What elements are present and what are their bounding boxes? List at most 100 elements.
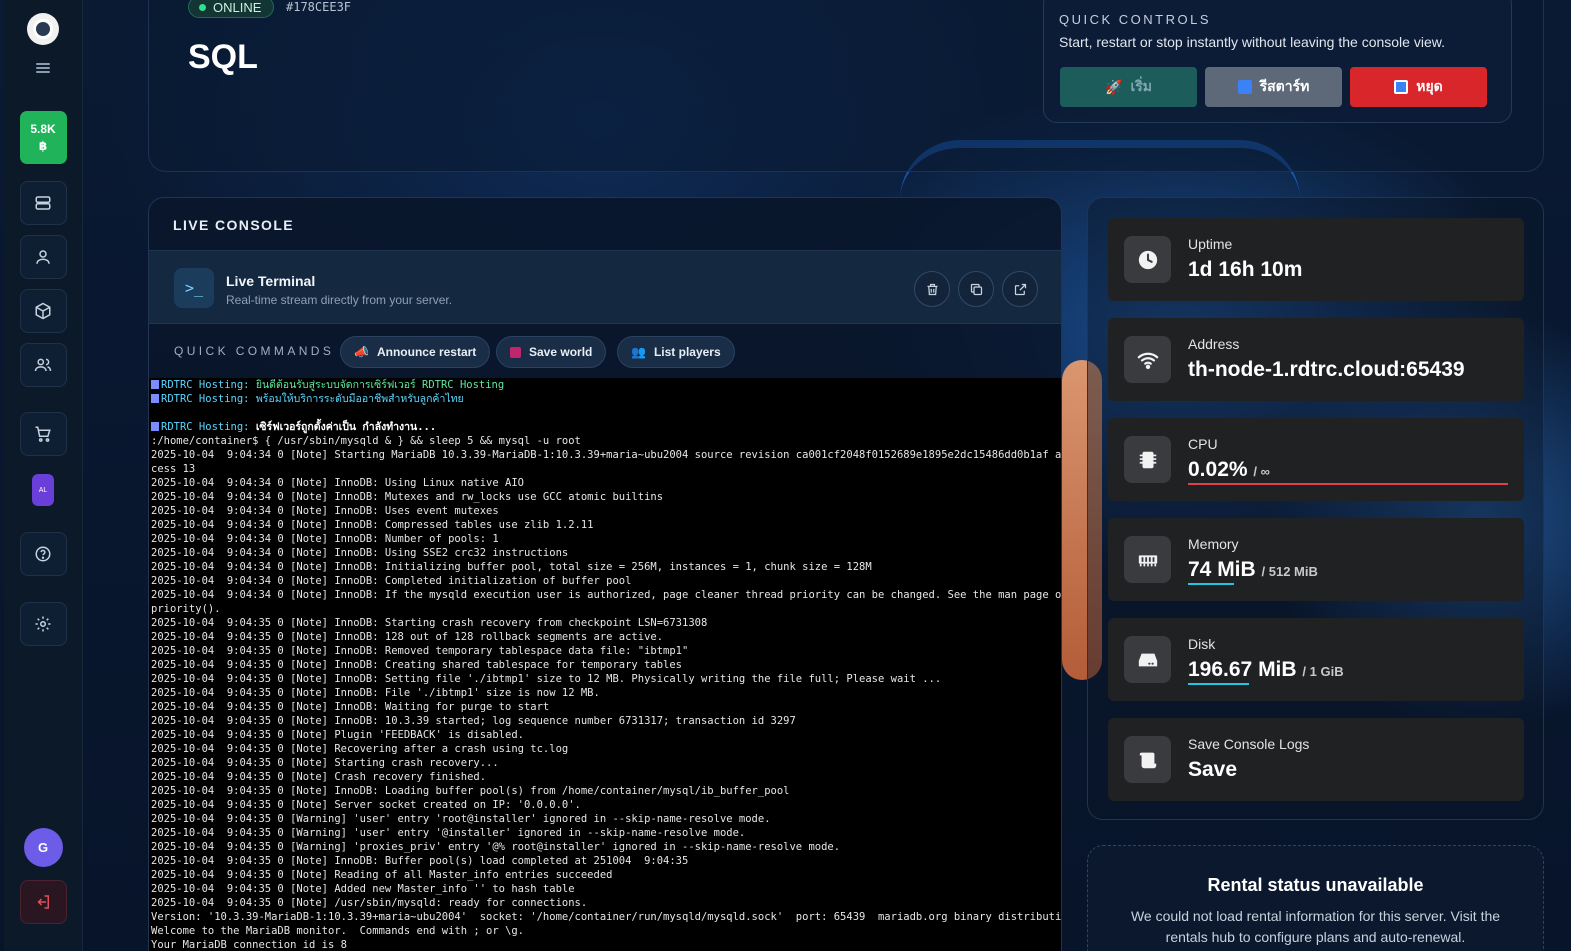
stat-uptime: Uptime 1d 16h 10m — [1108, 218, 1524, 301]
terminal-line-text: 2025-10-04 9:04:35 0 [Note] InnoDB: Load… — [151, 785, 790, 797]
terminal-line: 2025-10-04 9:04:35 0 [Note] Server socke… — [151, 798, 1061, 812]
terminal-line: 2025-10-04 9:04:35 0 [Note] Plugin 'FEED… — [151, 728, 1061, 742]
terminal-line: 2025-10-04 9:04:34 0 [Note] InnoDB: If t… — [151, 588, 1061, 602]
terminal-line-text: 2025-10-04 9:04:35 0 [Note] InnoDB: Wait… — [151, 701, 550, 713]
stop-button[interactable]: หยุด — [1350, 67, 1487, 107]
terminal-title: Live Terminal — [226, 273, 316, 289]
terminal-line: RDTRC Hosting: ยินดีต้อนรับสู่ระบบจัดการ… — [151, 378, 1061, 392]
save-world-button[interactable]: Save world — [496, 336, 607, 368]
terminal-line-text: 2025-10-04 9:04:35 0 [Note] InnoDB: Remo… — [151, 645, 689, 657]
terminal-line-text: 2025-10-04 9:04:34 0 [Note] InnoDB: Comp… — [151, 519, 594, 531]
stat-value-text: 196.67 MiB — [1188, 658, 1297, 681]
quick-commands-label: QUICK COMMANDS — [174, 344, 335, 358]
terminal-line-text: 2025-10-04 9:04:35 0 [Note] InnoDB: Buff… — [151, 855, 689, 867]
sidebar-item-servers[interactable] — [19, 181, 67, 225]
server-icon — [35, 196, 51, 210]
announce-restart-button[interactable]: 📣 Announce restart — [340, 336, 491, 368]
hosting-badge-icon — [151, 394, 159, 403]
logout-button[interactable] — [19, 880, 67, 924]
terminal-line-text: 2025-10-04 9:04:35 0 [Note] Crash recove… — [151, 771, 487, 783]
terminal-line: Version: '10.3.39-MariaDB-1:10.3.39+mari… — [151, 910, 1061, 924]
stat-value-text: 74 MiB — [1188, 558, 1256, 581]
stat-label: Disk — [1188, 636, 1216, 652]
terminal-line: :/home/container$ { /usr/sbin/mysqld & }… — [151, 434, 1061, 448]
wifi-icon — [1124, 336, 1171, 383]
mini-chip-badge[interactable]: AL — [32, 474, 54, 506]
stat-value: 0.02% / ∞ — [1188, 458, 1270, 482]
terminal-header: >_ Live Terminal Real-time stream direct… — [149, 250, 1061, 324]
terminal-line-text: 2025-10-04 9:04:35 0 [Note] Plugin 'FEED… — [151, 729, 524, 741]
terminal-line: 2025-10-04 9:04:35 0 [Note] InnoDB: Buff… — [151, 854, 1061, 868]
usage-bar — [1188, 683, 1249, 685]
sidebar-item-packages[interactable] — [19, 289, 67, 333]
terminal-line-text: 2025-10-04 9:04:35 0 [Note] InnoDB: Sett… — [151, 673, 942, 685]
terminal-line: 2025-10-04 9:04:34 0 [Note] InnoDB: Mute… — [151, 490, 1061, 504]
copy-console-button[interactable] — [958, 271, 994, 307]
clock-icon — [1124, 236, 1171, 283]
terminal-line: 2025-10-04 9:04:35 0 [Note] InnoDB: Remo… — [151, 644, 1061, 658]
terminal-line-text: cess 13 — [151, 463, 196, 475]
terminal-line: 2025-10-04 9:04:35 0 [Note] InnoDB: Load… — [151, 784, 1061, 798]
terminal-line-text: 2025-10-04 9:04:35 0 [Note] Reading of a… — [151, 869, 613, 881]
stat-value-text: Save — [1188, 758, 1238, 781]
terminal-line: 2025-10-04 9:04:34 0 [Note] Starting Mar… — [151, 448, 1061, 462]
terminal-line: 2025-10-04 9:04:34 0 [Note] InnoDB: Uses… — [151, 504, 1061, 518]
stat-limit: / 512 MiB — [1261, 564, 1318, 579]
disk-icon — [1124, 636, 1171, 683]
clear-console-button[interactable] — [914, 271, 950, 307]
stat-value-text: 0.02% — [1188, 458, 1248, 481]
stat-limit: / ∞ — [1253, 464, 1270, 479]
stat-label: Address — [1188, 336, 1240, 352]
stat-value: Save — [1188, 758, 1237, 782]
external-link-icon — [1014, 283, 1026, 295]
restart-label: รีสตาร์ท — [1259, 78, 1310, 94]
terminal-line: 2025-10-04 9:04:35 0 [Note] InnoDB: Sett… — [151, 672, 1061, 686]
terminal-line-text: 2025-10-04 9:04:34 0 [Note] InnoDB: Comp… — [151, 575, 632, 587]
trash-icon — [927, 283, 937, 295]
avatar[interactable]: G — [23, 828, 63, 867]
list-players-button[interactable]: 👥 List players — [617, 336, 735, 368]
terminal-line-text: 2025-10-04 9:04:35 0 [Note] InnoDB: 10.3… — [151, 715, 796, 727]
terminal-line: 2025-10-04 9:04:34 0 [Note] InnoDB: Comp… — [151, 574, 1061, 588]
terminal-line: 2025-10-04 9:04:35 0 [Warning] 'user' en… — [151, 812, 1061, 826]
quick-controls-subtitle: Start, restart or stop instantly without… — [1059, 34, 1445, 50]
terminal-line-text: พร้อมให้บริการระดับมืออาชีพสำหรับลูกค้าไ… — [249, 393, 464, 405]
sidebar-item-users[interactable] — [19, 343, 67, 387]
restart-button[interactable]: รีสตาร์ท — [1205, 67, 1342, 107]
sidebar-item-settings[interactable] — [19, 602, 67, 646]
help-icon — [35, 546, 51, 562]
stat-disk: Disk 196.67 MiB / 1 GiB — [1108, 618, 1524, 701]
popout-console-button[interactable] — [1002, 271, 1038, 307]
terminal-line: priority(). — [151, 602, 1061, 616]
terminal-line-text: :/home/container$ { /usr/sbin/mysqld & }… — [151, 435, 581, 447]
terminal-output[interactable]: RDTRC Hosting: ยินดีต้อนรับสู่ระบบจัดการ… — [149, 378, 1061, 951]
terminal-line-text: 2025-10-04 9:04:35 0 [Note] Recovering a… — [151, 743, 569, 755]
stop-label: หยุด — [1416, 78, 1443, 94]
balance-badge[interactable]: 5.8K ฿ — [19, 111, 67, 164]
menu-icon[interactable] — [36, 63, 50, 73]
sidebar-item-account[interactable] — [19, 235, 67, 279]
terminal-line: 2025-10-04 9:04:35 0 [Note] /usr/sbin/my… — [151, 896, 1061, 910]
console-title: LIVE CONSOLE — [173, 217, 295, 233]
user-icon — [36, 250, 50, 264]
sidebar-item-shop[interactable] — [19, 412, 67, 456]
sidebar-item-help[interactable] — [19, 532, 67, 576]
stat-cpu: CPU 0.02% / ∞ — [1108, 418, 1524, 501]
scroll-icon — [1124, 736, 1171, 783]
stat-save-console-logs[interactable]: Save Console Logs Save — [1108, 718, 1524, 801]
terminal-line: 2025-10-04 9:04:35 0 [Note] Recovering a… — [151, 742, 1061, 756]
server-id: #178CEE3F — [286, 0, 352, 14]
stat-value: th-node-1.rdtrc.cloud:65439 — [1188, 358, 1465, 382]
megaphone-icon: 📣 — [354, 345, 369, 359]
terminal-line: 2025-10-04 9:04:35 0 [Warning] 'user' en… — [151, 826, 1061, 840]
stat-label: CPU — [1188, 436, 1218, 452]
stat-value-text: th-node-1.rdtrc.cloud:65439 — [1188, 358, 1465, 381]
terminal-line: 2025-10-04 9:04:34 0 [Note] InnoDB: Init… — [151, 560, 1061, 574]
stat-label: Save Console Logs — [1188, 736, 1310, 752]
hosting-badge-icon — [151, 422, 159, 431]
start-button[interactable]: 🚀 เริ่ม — [1060, 67, 1197, 107]
brand-logo[interactable] — [27, 13, 59, 45]
terminal-line: 2025-10-04 9:04:34 0 [Note] InnoDB: Comp… — [151, 518, 1061, 532]
stat-memory: Memory 74 MiB / 512 MiB — [1108, 518, 1524, 601]
